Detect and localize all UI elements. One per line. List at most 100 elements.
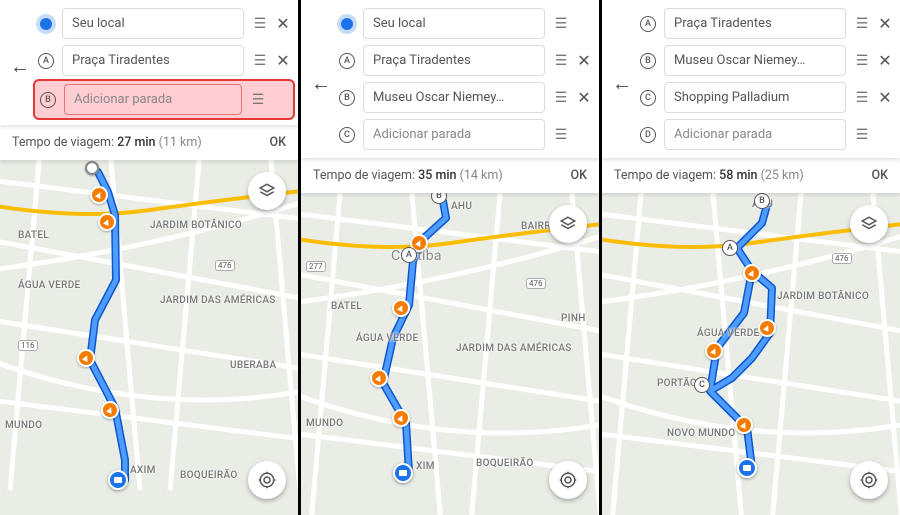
turn-marker-icon [77,349,95,367]
add-stop-row: CAdicionar parada☰ [337,119,593,150]
ok-button[interactable]: OK [871,168,888,183]
my-location-button[interactable] [248,461,286,499]
summary-time: 58 min [719,168,757,183]
map-canvas[interactable]: AHUJARDIM BOTÂNICOÁGUA VERDEPORTÃONOVO M… [602,193,900,515]
stop-row: C Shopping Palladium ☰ ✕ [638,82,894,113]
directions-header: ←Seu local☰APraça Tiradentes☰✕BMuseu Osc… [301,0,599,158]
travel-time-text: Tempo de viagem: 35 min (14 km) [313,168,503,183]
ok-button[interactable]: OK [570,168,587,183]
map-label: ÁGUA VERDE [18,280,81,291]
drag-handle-icon[interactable]: ☰ [551,127,569,143]
layers-button[interactable] [549,205,587,243]
my-location-button[interactable] [850,461,888,499]
turn-marker-icon [90,186,108,204]
map-label: XIM [416,461,435,472]
remove-stop-button[interactable]: ✕ [876,51,894,70]
drag-handle-icon[interactable]: ☰ [852,53,870,69]
waypoint-pin: C [694,377,710,393]
stop-field[interactable]: Praça Tiradentes [363,45,545,76]
remove-stop-button[interactable]: ✕ [876,14,894,33]
map-canvas[interactable]: BATELJARDIM BOTÂNICOÁGUA VERDEJARDIM DAS… [0,160,298,515]
map-label: ÁGUA VERDE [697,328,760,339]
stop-row: APraça Tiradentes☰✕ [36,45,292,76]
map-label: NOVO MUNDO [667,428,735,439]
waypoint-pin: A [722,240,738,256]
stop-row: A Praça Tiradentes ☰ ✕ [337,45,593,76]
add-stop-row: B Adicionar parada ☰ [33,79,295,120]
screenshot-panel: ← A Praça Tiradentes ☰ ✕ B Museu Oscar Niemey…… [602,0,900,515]
turn-marker-icon [392,299,410,317]
map-label: BOQUEIRÃO [180,470,238,481]
add-stop-field[interactable]: Adicionar parada [664,119,846,150]
back-button[interactable]: ← [608,69,636,97]
summary-prefix: Tempo de viagem: [12,135,114,150]
remove-stop-button[interactable]: ✕ [274,51,292,70]
stop-row: Seu local ☰ [337,8,593,39]
remove-stop-button[interactable]: ✕ [575,51,593,70]
layers-button[interactable] [248,172,286,210]
stop-field[interactable]: Praça Tiradentes [62,45,244,76]
map-label: AHU [451,201,472,212]
map-label: PINH [561,313,586,324]
drag-handle-icon[interactable]: ☰ [551,90,569,106]
destination-pin [108,470,128,490]
add-stop-field[interactable]: Adicionar parada [363,119,545,150]
travel-time-text: Tempo de viagem: 58 min (25 km) [614,168,804,183]
turn-marker-icon [705,342,723,360]
add-stop-field[interactable]: Adicionar parada [64,84,242,115]
drag-handle-icon[interactable]: ☰ [852,90,870,106]
turn-marker-icon [743,264,761,282]
stops-list: Seu local☰APraça Tiradentes☰✕BMuseu Osca… [337,8,593,158]
drag-handle-icon[interactable]: ☰ [250,53,268,69]
waypoint-pin: B [754,193,770,209]
stop-row: APraça Tiradentes☰✕ [638,8,894,39]
route-shield: 277 [306,261,326,272]
drag-handle-icon[interactable]: ☰ [250,16,268,32]
travel-time-text: Tempo de viagem: 27 min (11 km) [12,135,202,150]
roads-svg [0,160,298,515]
drag-handle-icon[interactable]: ☰ [551,16,569,32]
remove-stop-button[interactable]: ✕ [274,14,292,33]
map-canvas[interactable]: AHUCuritibaBAIRROBATELÁGUA VERDEJARDIM D… [301,193,599,515]
map-label: BATEL [331,301,362,312]
stop-field[interactable]: Museu Oscar Niemey… [664,45,846,76]
waypoint-pin: A [401,247,417,263]
layers-button[interactable] [850,205,888,243]
drag-handle-icon[interactable]: ☰ [248,92,266,108]
stop-marker-A: A [337,51,357,71]
stop-field[interactable]: Seu local [62,8,244,39]
map-label: JARDIM BOTÂNICO [150,220,242,231]
travel-time-summary: Tempo de viagem: 35 min (14 km) OK [301,158,599,193]
stop-row: BMuseu Oscar Niemey…☰✕ [337,82,593,113]
map-label: MUNDO [5,420,42,431]
ok-button[interactable]: OK [269,135,286,150]
stop-field[interactable]: Seu local [363,8,545,39]
back-button[interactable]: ← [307,69,335,97]
turn-marker-icon [98,213,116,231]
my-location-button[interactable] [549,461,587,499]
stop-field[interactable]: Shopping Palladium [664,82,846,113]
stop-marker-B: B [38,90,58,110]
drag-handle-icon[interactable]: ☰ [852,127,870,143]
destination-pin [737,458,757,478]
turn-marker-icon [101,401,119,419]
remove-stop-button[interactable]: ✕ [876,88,894,107]
destination-pin [393,463,413,483]
stop-field[interactable]: Praça Tiradentes [664,8,846,39]
drag-handle-icon[interactable]: ☰ [852,16,870,32]
summary-distance: (11 km) [159,135,202,150]
route-shield: 116 [18,340,38,351]
drag-handle-icon[interactable]: ☰ [551,53,569,69]
back-button[interactable]: ← [6,53,34,81]
stop-field[interactable]: Museu Oscar Niemey… [363,82,545,113]
stop-marker-C: C [638,88,658,108]
stop-row: BMuseu Oscar Niemey…☰✕ [638,45,894,76]
map-label: PORTÃO [657,378,697,389]
map-label: JARDIM BOTÂNICO [777,291,869,302]
remove-stop-button[interactable]: ✕ [575,88,593,107]
stop-row: Seu local ☰ ✕ [36,8,292,39]
add-stop-row: DAdicionar parada☰ [638,119,894,150]
travel-time-summary: Tempo de viagem: 58 min (25 km) OK [602,158,900,193]
origin-marker [36,14,56,34]
map-label: BOQUEIRÃO [476,458,534,469]
